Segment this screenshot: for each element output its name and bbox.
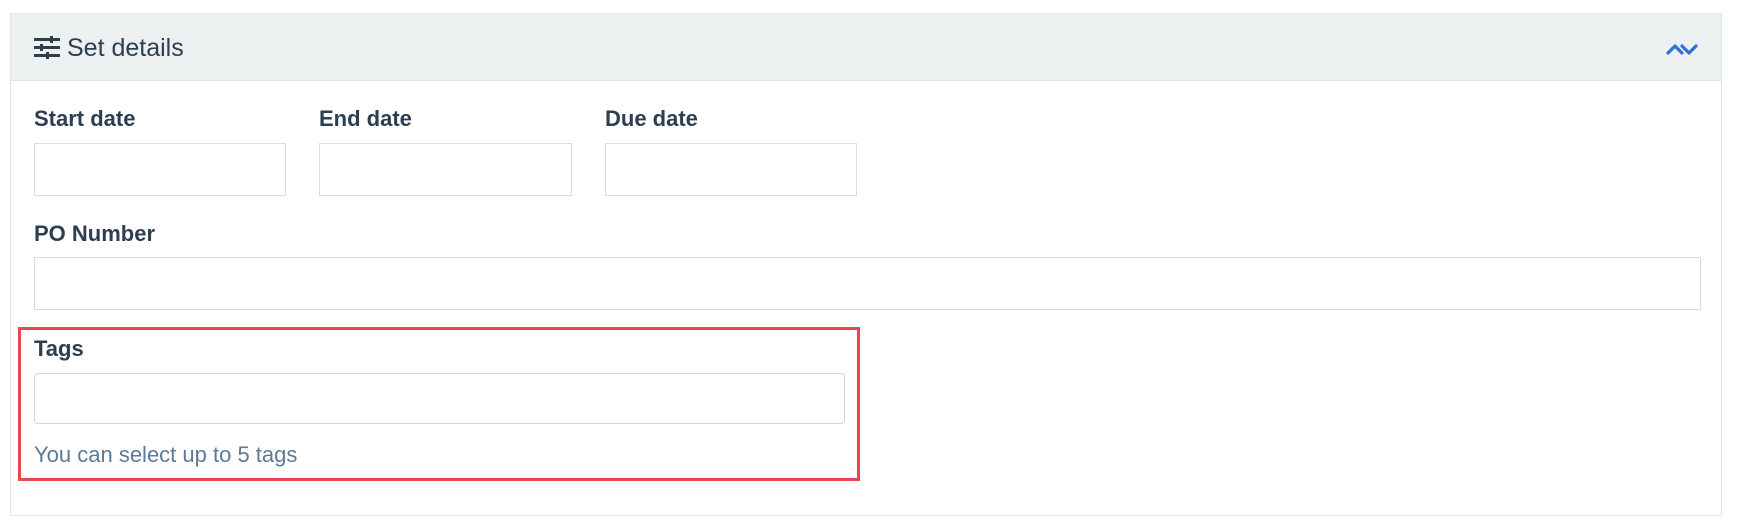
due-date-input[interactable] [605, 143, 857, 196]
panel-header[interactable]: Set details [11, 14, 1721, 81]
panel-title: Set details [67, 34, 184, 62]
po-number-label: PO Number [34, 221, 156, 246]
due-date-label: Due date [605, 106, 698, 131]
double-chevron-up-icon[interactable] [1665, 38, 1699, 58]
start-date-input[interactable] [34, 143, 286, 196]
end-date-label: End date [319, 106, 412, 131]
sliders-icon [34, 36, 60, 60]
tags-highlight-box [18, 327, 860, 481]
po-number-input[interactable] [34, 257, 1701, 310]
start-date-label: Start date [34, 106, 136, 131]
end-date-input[interactable] [319, 143, 572, 196]
